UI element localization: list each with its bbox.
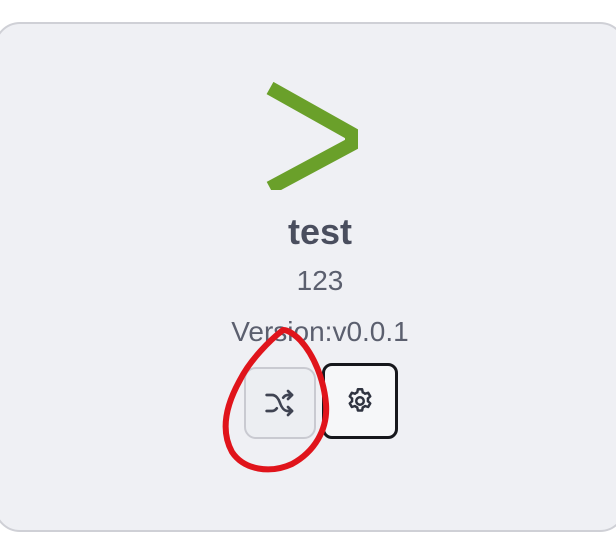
settings-button[interactable]	[322, 363, 398, 439]
app-description: 123	[296, 265, 344, 296]
app-version: Version:v0.0.1	[231, 316, 409, 347]
app-title: test	[287, 211, 353, 252]
page: test 123 Version:v0.0.1	[0, 0, 616, 540]
chevron-logo-icon	[266, 82, 358, 190]
switch-button[interactable]	[244, 367, 316, 439]
gear-icon	[348, 388, 372, 412]
shuffle-icon	[265, 389, 294, 417]
